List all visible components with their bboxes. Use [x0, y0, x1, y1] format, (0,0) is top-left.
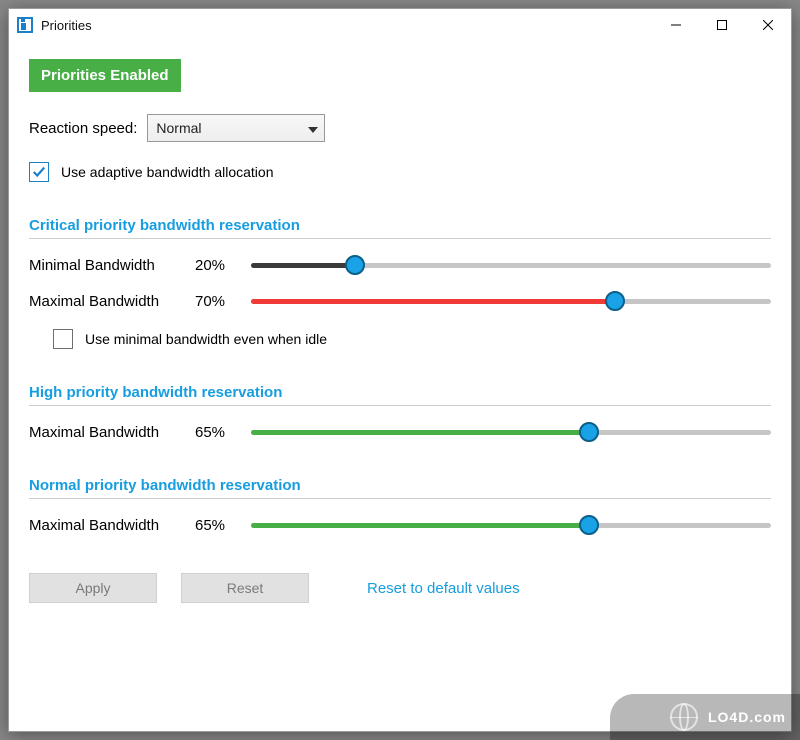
minimize-button[interactable] — [653, 9, 699, 41]
critical-max-row: Maximal Bandwidth 70% — [29, 291, 771, 311]
watermark: LO4D.com — [610, 694, 800, 740]
watermark-text: LO4D.com — [708, 709, 786, 725]
normal-max-row: Maximal Bandwidth 65% — [29, 515, 771, 535]
high-max-row: Maximal Bandwidth 65% — [29, 422, 771, 442]
chevron-down-icon — [308, 120, 318, 136]
high-max-slider[interactable] — [251, 422, 771, 442]
normal-max-label: Maximal Bandwidth — [29, 517, 189, 534]
critical-min-value: 20% — [195, 257, 245, 274]
adaptive-bandwidth-row: Use adaptive bandwidth allocation — [29, 162, 771, 182]
section-critical-title: Critical priority bandwidth reservation — [29, 217, 771, 239]
idle-bandwidth-row: Use minimal bandwidth even when idle — [53, 329, 771, 349]
section-high-title: High priority bandwidth reservation — [29, 384, 771, 406]
close-button[interactable] — [745, 9, 791, 41]
titlebar: Priorities — [9, 9, 791, 41]
reaction-speed-select[interactable]: Normal — [147, 114, 325, 142]
section-normal-title: Normal priority bandwidth reservation — [29, 477, 771, 499]
app-icon — [17, 17, 33, 33]
critical-max-value: 70% — [195, 293, 245, 310]
reset-defaults-link[interactable]: Reset to default values — [367, 580, 520, 597]
critical-min-slider[interactable] — [251, 255, 771, 275]
app-window: Priorities Priorities Enabled Reaction s… — [8, 8, 792, 732]
critical-max-label: Maximal Bandwidth — [29, 293, 189, 310]
reaction-speed-row: Reaction speed: Normal — [29, 114, 771, 142]
action-button-row: Apply Reset Reset to default values — [29, 573, 771, 603]
high-max-value: 65% — [195, 424, 245, 441]
priorities-enabled-badge: Priorities Enabled — [29, 59, 181, 92]
critical-min-label: Minimal Bandwidth — [29, 257, 189, 274]
globe-icon — [670, 703, 698, 731]
content-area: Priorities Enabled Reaction speed: Norma… — [9, 41, 791, 731]
high-max-label: Maximal Bandwidth — [29, 424, 189, 441]
adaptive-bandwidth-checkbox[interactable] — [29, 162, 49, 182]
critical-max-slider[interactable] — [251, 291, 771, 311]
reaction-speed-label: Reaction speed: — [29, 120, 137, 137]
apply-button[interactable]: Apply — [29, 573, 157, 603]
normal-max-value: 65% — [195, 517, 245, 534]
idle-bandwidth-checkbox[interactable] — [53, 329, 73, 349]
reaction-speed-value: Normal — [156, 120, 201, 136]
critical-min-row: Minimal Bandwidth 20% — [29, 255, 771, 275]
idle-bandwidth-label: Use minimal bandwidth even when idle — [85, 331, 327, 347]
adaptive-bandwidth-label: Use adaptive bandwidth allocation — [61, 164, 273, 180]
window-title: Priorities — [41, 18, 92, 33]
normal-max-slider[interactable] — [251, 515, 771, 535]
reset-button[interactable]: Reset — [181, 573, 309, 603]
maximize-button[interactable] — [699, 9, 745, 41]
